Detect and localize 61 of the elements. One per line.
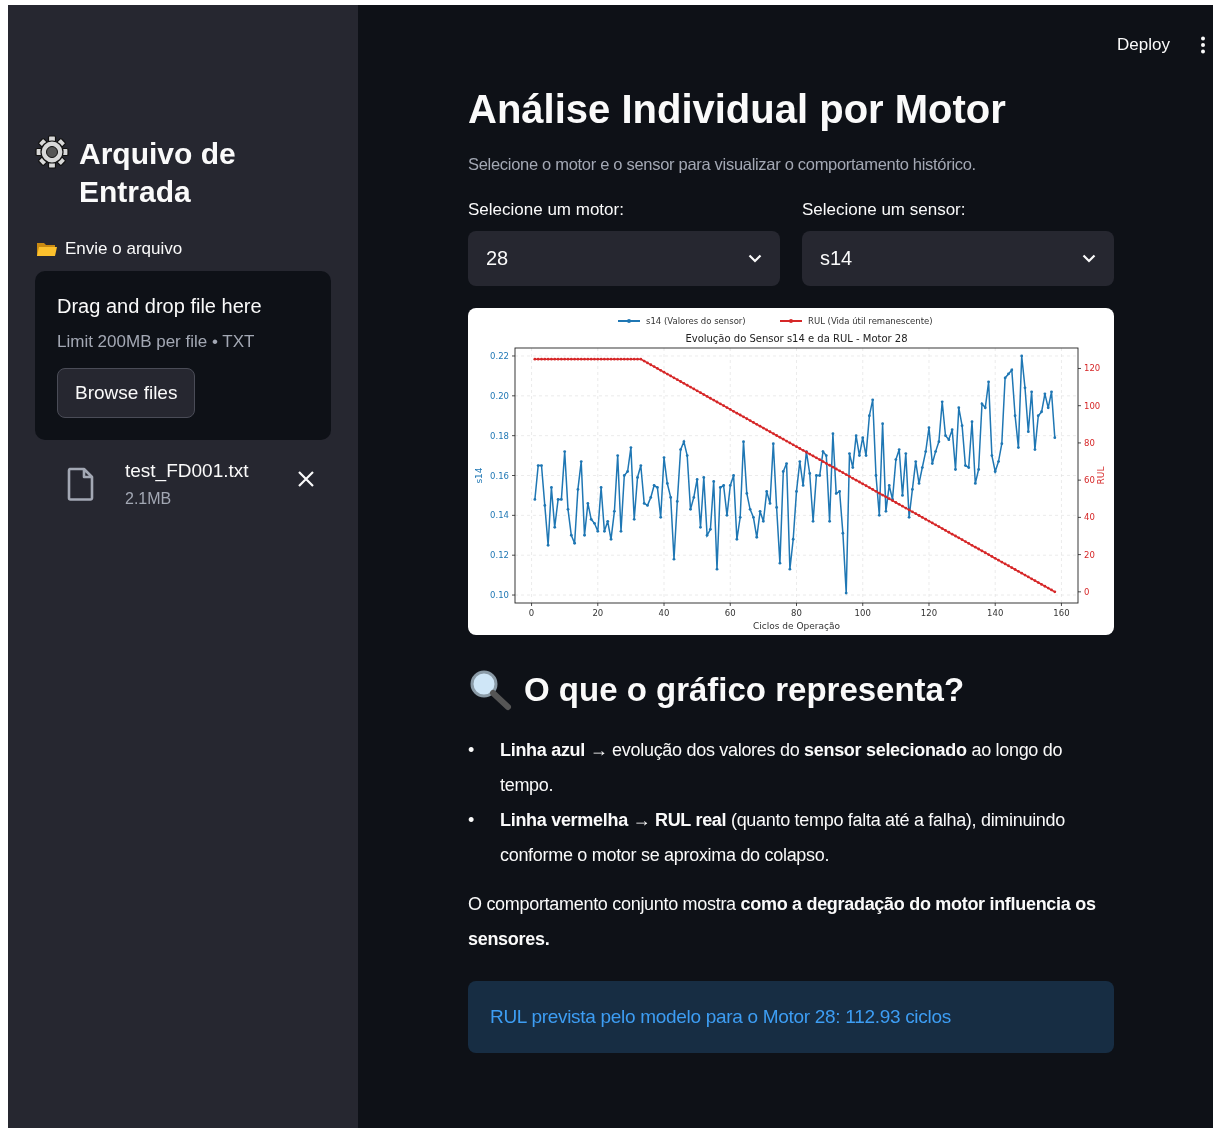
chart-title: Evolução do Sensor s14 e da RUL - Motor 28 bbox=[685, 333, 908, 344]
y2-tick-label: 80 bbox=[1084, 437, 1095, 448]
x-tick-label: 80 bbox=[791, 608, 802, 618]
y-tick-label: 0.12 bbox=[490, 550, 509, 561]
legend-label: RUL (Vida útil remanescente) bbox=[808, 316, 933, 326]
magnifier-icon bbox=[468, 669, 512, 711]
x-tick-label: 40 bbox=[658, 608, 670, 618]
chevron-down-icon bbox=[1082, 254, 1096, 263]
y2-tick-label: 120 bbox=[1084, 363, 1101, 374]
folder-icon bbox=[37, 242, 57, 256]
x-tick-label: 20 bbox=[592, 608, 604, 618]
section-heading: O que o gráfico representa? bbox=[524, 670, 965, 710]
select-label: Selecione um sensor: bbox=[802, 200, 967, 220]
dropdown-select[interactable]: s14 bbox=[802, 231, 1114, 286]
y-tick-label: 0.10 bbox=[490, 590, 509, 601]
y2-tick-label: 40 bbox=[1084, 512, 1095, 523]
bullet-text: Linha vermelha → RUL real (quanto tempo falta até a falha), diminuindo conforme o motor se aproxima do colapso. bbox=[500, 809, 1066, 867]
x-tick-label: 120 bbox=[920, 608, 938, 618]
select-label: Selecione um motor: bbox=[468, 200, 625, 220]
x-tick-label: 140 bbox=[987, 608, 1004, 618]
y2-tick-label: 100 bbox=[1084, 400, 1101, 411]
info-alert: RUL prevista pelo modelo para o Motor 28: 112.93 ciclos bbox=[468, 981, 1114, 1053]
bullet-marker: • bbox=[468, 739, 475, 762]
legend-marker-icon bbox=[779, 319, 803, 323]
y-tick-label: 0.20 bbox=[490, 390, 509, 401]
bullet-text: Linha azul → evolução dos valores do sensor selecionado ao longo do tempo. bbox=[500, 739, 1064, 797]
legend-label: s14 (Valores do sensor) bbox=[646, 316, 746, 326]
x-tick-label: 100 bbox=[854, 608, 871, 618]
sidebar-title: Arquivo de Entrada bbox=[79, 136, 237, 210]
chevron-down-icon bbox=[748, 254, 762, 263]
browse-files-button[interactable]: Browse files bbox=[57, 368, 196, 418]
uploader-label: Envie o arquivo bbox=[65, 239, 183, 259]
x-tick-label: 160 bbox=[1053, 608, 1070, 618]
more-options-icon[interactable] bbox=[1200, 36, 1206, 54]
x-axis-label: Ciclos de Operação bbox=[753, 621, 840, 631]
file-icon bbox=[67, 467, 95, 501]
x-tick-label: 0 bbox=[528, 608, 535, 618]
summary-paragraph: O comportamento conjunto mostra como a degradação do motor influencia os sensores. bbox=[468, 893, 1097, 951]
x-tick-label: 60 bbox=[724, 608, 736, 618]
dropdown-select[interactable]: 28 bbox=[468, 231, 780, 286]
y2-tick-label: 20 bbox=[1084, 549, 1095, 560]
file-dropzone[interactable]: Drag and drop file here Limit 200MB per file • TXT Browse files bbox=[35, 271, 331, 440]
page-title: Análise Individual por Motor bbox=[468, 86, 1007, 133]
deploy-button[interactable]: Deploy bbox=[1111, 31, 1176, 59]
bullet-marker: • bbox=[468, 809, 475, 832]
upload-limit-text: Limit 200MB per file • TXT bbox=[57, 332, 255, 352]
file-name: test_FD001.txt bbox=[125, 460, 249, 482]
dropzone-title: Drag and drop file here bbox=[57, 295, 262, 318]
y2-axis-label: RUL bbox=[1096, 466, 1106, 485]
y2-tick-label: 0 bbox=[1084, 586, 1090, 597]
y-tick-label: 0.18 bbox=[490, 430, 509, 441]
y2-tick-label: 60 bbox=[1084, 475, 1095, 486]
y-tick-label: 0.14 bbox=[490, 510, 509, 521]
page-subtitle: Selecione o motor e o sensor para visualizar o comportamento histórico. bbox=[468, 155, 977, 174]
y-tick-label: 0.22 bbox=[490, 350, 509, 361]
gear-icon bbox=[35, 135, 69, 169]
y-tick-label: 0.16 bbox=[490, 470, 509, 481]
close-icon[interactable] bbox=[296, 470, 315, 488]
legend-marker-icon bbox=[617, 319, 641, 323]
file-size: 2.1MB bbox=[125, 490, 173, 508]
y-axis-label: s14 bbox=[474, 467, 484, 484]
